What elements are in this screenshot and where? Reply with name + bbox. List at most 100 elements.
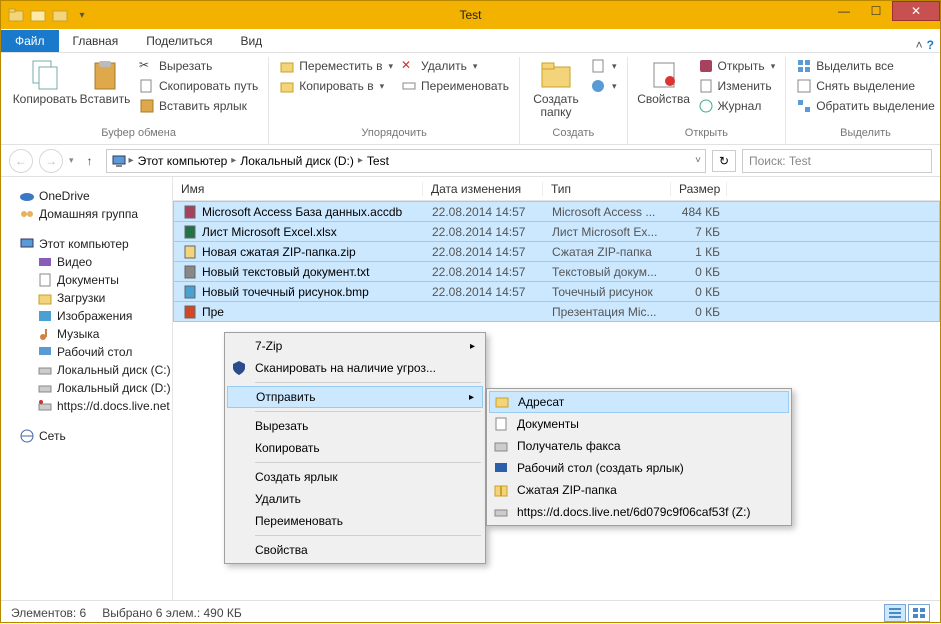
file-date: 22.08.2014 14:57	[424, 245, 544, 259]
ribbon: Копировать Вставить ✂Вырезать Скопироват…	[1, 53, 940, 145]
refresh-button[interactable]: ↻	[712, 150, 736, 172]
sidebar-item-homegroup[interactable]: Домашняя группа	[5, 205, 168, 223]
breadcrumb-item[interactable]: Локальный диск (D:)	[238, 154, 356, 168]
new-folder-icon[interactable]	[29, 6, 47, 24]
desktop-icon	[37, 344, 53, 360]
copy-to-button[interactable]: Копировать в▾	[277, 77, 395, 95]
sidebar-item-docslive[interactable]: https://d.docs.live.net	[5, 397, 168, 415]
sm-desktop[interactable]: Рабочий стол (создать ярлык)	[489, 457, 789, 479]
ribbon-tabs: Файл Главная Поделиться Вид ˄ ?	[1, 29, 940, 53]
sm-docslive[interactable]: https://d.docs.live.net/6d079c9f06caf53f…	[489, 501, 789, 523]
open-folder-icon[interactable]	[51, 6, 69, 24]
cm-send-to[interactable]: Отправить▸	[227, 386, 483, 408]
cm-rename[interactable]: Переименовать	[227, 510, 483, 532]
view-details-button[interactable]	[884, 604, 906, 622]
delete-button[interactable]: ✕Удалить▾	[399, 57, 511, 75]
search-input[interactable]: Поиск: Test	[742, 149, 932, 173]
column-header-date[interactable]: Дата изменения	[423, 182, 543, 196]
cut-button[interactable]: ✂Вырезать	[137, 57, 260, 75]
select-all-button[interactable]: Выделить все	[794, 57, 937, 75]
view-icons-button[interactable]	[908, 604, 930, 622]
sm-zip[interactable]: Сжатая ZIP-папка	[489, 479, 789, 501]
cm-7zip[interactable]: 7-Zip▸	[227, 335, 483, 357]
file-row[interactable]: Новый текстовый документ.txt22.08.2014 1…	[173, 261, 940, 282]
sidebar-item-onedrive[interactable]: OneDrive	[5, 187, 168, 205]
close-button[interactable]: ✕	[892, 1, 940, 21]
sidebar-item-downloads[interactable]: Загрузки	[5, 289, 168, 307]
invert-selection-button[interactable]: Обратить выделение	[794, 97, 937, 115]
copy-button[interactable]: Копировать	[17, 57, 73, 108]
nav-history-dropdown[interactable]: ▾	[69, 155, 74, 166]
column-header-name[interactable]: Имя	[173, 182, 423, 196]
sidebar-item-music[interactable]: Музыка	[5, 325, 168, 343]
sidebar-item-documents[interactable]: Документы	[5, 271, 168, 289]
sm-recipient[interactable]: Адресат	[489, 391, 789, 413]
paste-shortcut-button[interactable]: Вставить ярлык	[137, 97, 260, 115]
tab-home[interactable]: Главная	[59, 30, 133, 52]
breadcrumb[interactable]: ▸ Этот компьютер ▸ Локальный диск (D:) ▸…	[106, 149, 706, 173]
sm-fax[interactable]: Получатель факса	[489, 435, 789, 457]
new-item-icon	[590, 58, 606, 74]
breadcrumb-dropdown[interactable]: ˅	[695, 155, 701, 166]
file-date: 22.08.2014 14:57	[424, 265, 544, 279]
shortcut-icon	[139, 98, 155, 114]
qat-dropdown-icon[interactable]: ▾	[73, 6, 91, 24]
cm-shortcut[interactable]: Создать ярлык	[227, 466, 483, 488]
rename-button[interactable]: Переименовать	[399, 77, 511, 95]
open-button[interactable]: Открыть▾	[696, 57, 778, 75]
tab-share[interactable]: Поделиться	[132, 30, 226, 52]
file-row[interactable]: ПреПрезентация Mic...0 КБ	[173, 301, 940, 322]
breadcrumb-item[interactable]: Этот компьютер	[136, 154, 230, 168]
file-row[interactable]: Лист Microsoft Excel.xlsx 22.08.2014 14:5…	[173, 221, 940, 242]
maximize-button[interactable]: ☐	[860, 1, 892, 21]
file-size: 0 КБ	[672, 265, 728, 279]
tab-view[interactable]: Вид	[226, 30, 276, 52]
new-item-button[interactable]: ▾	[588, 57, 619, 75]
cm-scan[interactable]: Сканировать на наличие угроз...	[227, 357, 483, 379]
breadcrumb-item[interactable]: Test	[365, 154, 391, 168]
properties-button[interactable]: Свойства	[636, 57, 692, 108]
select-none-button[interactable]: Снять выделение	[794, 77, 937, 95]
sidebar-item-desktop[interactable]: Рабочий стол	[5, 343, 168, 361]
cm-delete[interactable]: Удалить	[227, 488, 483, 510]
paste-button[interactable]: Вставить	[77, 57, 133, 108]
column-header-size[interactable]: Размер	[671, 182, 727, 196]
file-size: 0 КБ	[672, 285, 728, 299]
sidebar-item-network[interactable]: Сеть	[5, 427, 168, 445]
video-icon	[37, 254, 53, 270]
move-to-button[interactable]: Переместить в▾	[277, 57, 395, 75]
file-row[interactable]: Новый точечный рисунок.bmp22.08.2014 14:…	[173, 281, 940, 302]
drive-icon	[37, 380, 53, 396]
sm-documents[interactable]: Документы	[489, 413, 789, 435]
file-type: Лист Microsoft Ex...	[544, 225, 672, 239]
sidebar-item-disk-c[interactable]: Локальный диск (C:)	[5, 361, 168, 379]
file-date: 22.08.2014 14:57	[424, 225, 544, 239]
easy-access-button[interactable]: ▾	[588, 77, 619, 95]
file-icon	[182, 264, 198, 280]
ribbon-group-label: Упорядочить	[361, 127, 426, 139]
sidebar-item-pictures[interactable]: Изображения	[5, 307, 168, 325]
minimize-button[interactable]: —	[828, 1, 860, 21]
nav-up-button[interactable]: ↑	[80, 151, 100, 171]
edit-button[interactable]: Изменить	[696, 77, 778, 95]
sidebar-item-this-pc[interactable]: Этот компьютер	[5, 235, 168, 253]
nav-forward-button[interactable]: →	[39, 149, 63, 173]
nav-back-button[interactable]: ←	[9, 149, 33, 173]
sidebar-item-videos[interactable]: Видео	[5, 253, 168, 271]
cm-properties[interactable]: Свойства	[227, 539, 483, 561]
column-header-type[interactable]: Тип	[543, 182, 671, 196]
tab-file[interactable]: Файл	[1, 30, 59, 52]
drive-icon	[37, 362, 53, 378]
history-button[interactable]: Журнал	[696, 97, 778, 115]
new-folder-button[interactable]: Создать папку	[528, 57, 584, 121]
sidebar-item-disk-d[interactable]: Локальный диск (D:)	[5, 379, 168, 397]
shield-icon	[231, 360, 247, 376]
cm-copy[interactable]: Копировать	[227, 437, 483, 459]
cm-cut[interactable]: Вырезать	[227, 415, 483, 437]
file-row[interactable]: Microsoft Access База данных.accdb22.08.…	[173, 201, 940, 222]
file-name: Лист Microsoft Excel.xlsx	[202, 225, 337, 239]
help-icon[interactable]: ?	[927, 38, 934, 52]
copy-path-button[interactable]: Скопировать путь	[137, 77, 260, 95]
file-row[interactable]: Новая сжатая ZIP-папка.zip22.08.2014 14:…	[173, 241, 940, 262]
ribbon-collapse-icon[interactable]: ˄	[916, 38, 923, 52]
